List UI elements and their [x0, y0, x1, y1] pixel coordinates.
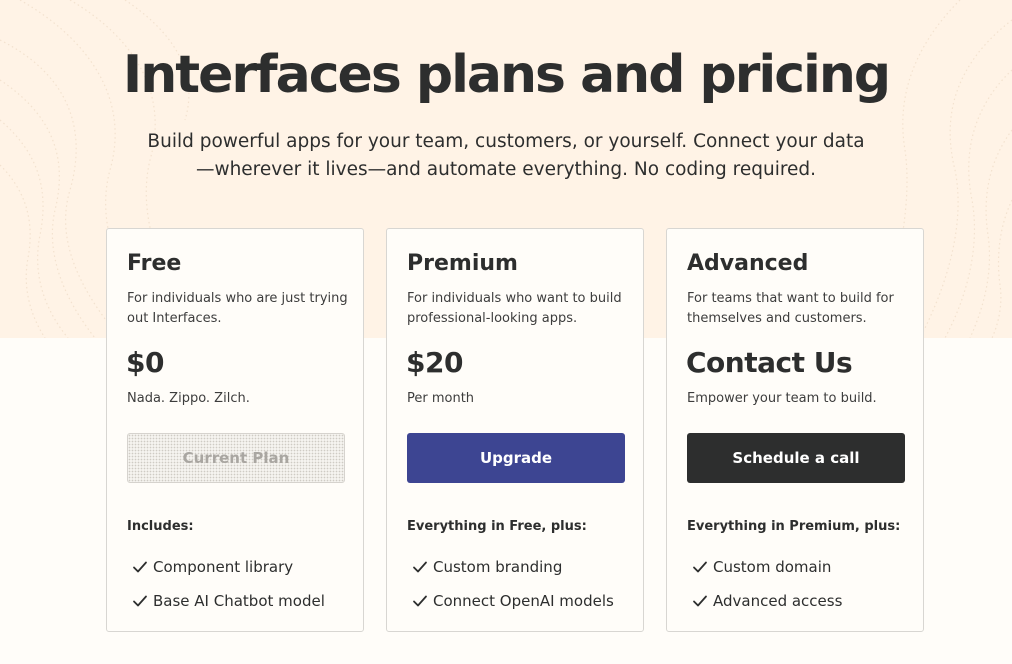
check-icon [413, 595, 427, 607]
feature-label: Base AI Chatbot model [153, 592, 325, 610]
plan-name: Premium [407, 251, 518, 276]
plan-card-free: Free For individuals who are just trying… [106, 228, 364, 632]
feature-item: Custom domain [691, 557, 842, 577]
check-icon [693, 595, 707, 607]
feature-label: Connect OpenAI models [433, 592, 614, 610]
feature-item: Custom branding [411, 557, 614, 577]
plan-price: $20 [406, 346, 463, 379]
feature-label: Component library [153, 558, 294, 576]
plan-name: Advanced [687, 251, 809, 276]
includes-label: Everything in Free, plus: [407, 519, 587, 534]
feature-label: Custom branding [433, 558, 563, 576]
plan-price: Contact Us [686, 346, 853, 379]
feature-label: Custom domain [713, 558, 832, 576]
page-subtitle: Build powerful apps for your team, custo… [147, 131, 865, 180]
feature-item: Advanced access [691, 591, 842, 611]
schedule-call-button[interactable]: Schedule a call [687, 433, 905, 483]
plan-description: For individuals who want to build profes… [407, 291, 622, 326]
plan-price: $0 [126, 346, 164, 379]
plan-description: For teams that want to build for themsel… [687, 291, 894, 326]
feature-list: Custom domain Advanced access [691, 557, 842, 625]
page-title: Interfaces plans and pricing [122, 45, 891, 105]
plan-price-note: Per month [407, 391, 475, 406]
plan-name: Free [127, 251, 182, 276]
plan-card-advanced: Advanced For teams that want to build fo… [666, 228, 924, 632]
plan-description: For individuals who are just trying out … [127, 291, 348, 326]
feature-item: Base AI Chatbot model [131, 591, 325, 611]
feature-item: Component library [131, 557, 325, 577]
includes-label: Includes: [127, 519, 194, 534]
feature-label: Advanced access [713, 592, 843, 610]
plan-price-note: Empower your team to build. [687, 391, 877, 406]
feature-list: Component library Base AI Chatbot model [131, 557, 325, 625]
current-plan-button[interactable]: Current Plan [127, 433, 345, 483]
check-icon [133, 561, 147, 573]
check-icon [133, 595, 147, 607]
check-icon [413, 561, 427, 573]
plan-price-note: Nada. Zippo. Zilch. [127, 391, 250, 406]
check-icon [693, 561, 707, 573]
pricing-page: Interfaces plans and pricing Build power… [0, 0, 1012, 664]
feature-list: Custom branding Connect OpenAI models [411, 557, 614, 625]
feature-item: Connect OpenAI models [411, 591, 614, 611]
upgrade-button[interactable]: Upgrade [407, 433, 625, 483]
includes-label: Everything in Premium, plus: [687, 519, 901, 534]
plan-card-premium: Premium For individuals who want to buil… [386, 228, 644, 632]
